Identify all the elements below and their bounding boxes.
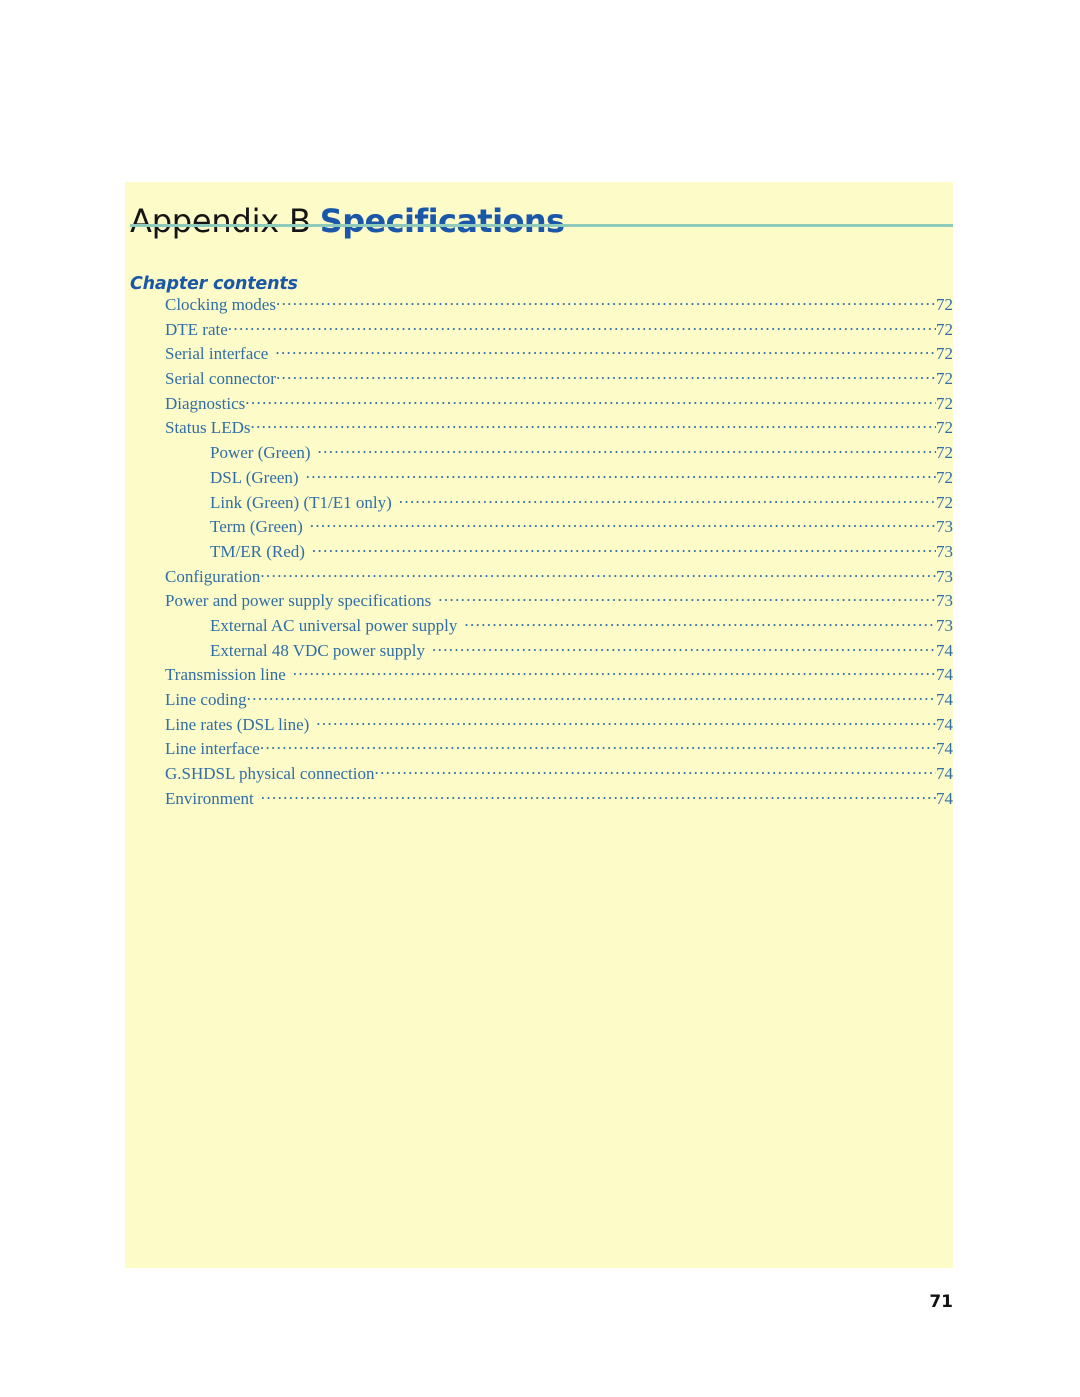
toc-entry-page-number: 73 — [936, 541, 953, 561]
toc-entry[interactable]: Power and power supply specifications 73 — [125, 589, 953, 614]
toc-entry-page-number: 72 — [936, 344, 953, 364]
toc-entry-label: Transmission line — [165, 665, 286, 685]
toc-entry[interactable]: Transmission line 74 — [125, 663, 953, 688]
toc-entry-label: External 48 VDC power supply — [210, 640, 425, 660]
toc-dot-leader — [438, 589, 936, 606]
title-divider — [130, 224, 953, 227]
toc-entry-label: Configuration — [165, 566, 261, 586]
toc-dot-leader — [399, 491, 936, 508]
toc-entry[interactable]: External AC universal power supply 73 — [125, 614, 953, 639]
toc-entry-page-number: 74 — [936, 690, 953, 709]
toc-entry-page-number: 74 — [936, 739, 953, 759]
toc-entry[interactable]: Environment 74 — [125, 787, 953, 812]
toc-entry-label: DTE rate — [165, 319, 228, 339]
page-title: Appendix B Specifications — [130, 199, 565, 243]
toc-dot-leader — [276, 367, 936, 384]
toc-entry[interactable]: Diagnostics 72 — [125, 392, 953, 417]
table-of-contents: Clocking modes72DTE rate72Serial interfa… — [125, 293, 953, 811]
toc-entry-page-number: 72 — [936, 418, 953, 438]
toc-dot-leader — [312, 540, 936, 557]
toc-entry-page-number: 74 — [936, 714, 953, 734]
toc-entry-label: Environment — [165, 788, 254, 808]
toc-entry[interactable]: Status LEDs 72 — [125, 416, 953, 441]
toc-dot-leader — [260, 737, 936, 754]
toc-entry[interactable]: Clocking modes 72 — [125, 293, 953, 318]
toc-entry-label: G.SHDSL physical connection — [165, 764, 375, 784]
toc-entry[interactable]: DSL (Green) 72 — [125, 466, 953, 491]
toc-entry-page-number: 74 — [936, 665, 953, 685]
toc-dot-leader — [250, 416, 936, 433]
toc-entry[interactable]: Line interface 74 — [125, 737, 953, 762]
toc-entry-page-number: 73 — [936, 615, 953, 635]
toc-dot-leader — [261, 787, 936, 804]
toc-dot-leader — [276, 293, 936, 310]
footer-page-number: 71 — [929, 1292, 953, 1312]
toc-entry-page-number: 74 — [936, 788, 953, 808]
chapter-content-panel: Appendix B Specifications Chapter content… — [125, 182, 953, 1268]
toc-entry-label: Term (Green) — [210, 517, 303, 537]
toc-dot-leader — [464, 614, 936, 631]
appendix-name: Specifications — [319, 202, 565, 241]
toc-dot-leader — [316, 713, 936, 730]
toc-entry[interactable]: G.SHDSL physical connection 74 — [125, 762, 953, 787]
toc-entry[interactable]: Line rates (DSL line) 74 — [125, 713, 953, 738]
appendix-label: Appendix B — [130, 202, 311, 241]
toc-entry-page-number: 72 — [936, 443, 953, 463]
toc-entry-page-number: 72 — [936, 295, 953, 314]
toc-entry[interactable]: Line coding 74 — [125, 688, 953, 713]
toc-dot-leader — [245, 392, 936, 409]
toc-entry-label: Serial connector — [165, 369, 276, 389]
toc-entry-page-number: 73 — [936, 517, 953, 537]
toc-entry[interactable]: External 48 VDC power supply 74 — [125, 639, 953, 664]
toc-dot-leader — [374, 762, 936, 779]
toc-entry[interactable]: DTE rate 72 — [125, 318, 953, 343]
toc-dot-leader — [275, 342, 936, 359]
toc-entry-label: Power (Green) — [210, 443, 311, 463]
toc-entry-label: Link (Green) (T1/E1 only) — [210, 492, 392, 512]
toc-entry-page-number: 72 — [936, 319, 953, 339]
chapter-contents-heading: Chapter contents — [130, 273, 298, 294]
toc-entry-page-number: 73 — [936, 591, 953, 611]
toc-entry-page-number: 72 — [936, 369, 953, 389]
toc-dot-leader — [228, 318, 936, 335]
toc-dot-leader — [247, 688, 936, 705]
toc-entry-page-number: 72 — [936, 467, 953, 487]
toc-entry[interactable]: Power (Green) 72 — [125, 441, 953, 466]
toc-entry[interactable]: Serial connector 72 — [125, 367, 953, 392]
toc-entry-label: Line coding — [165, 690, 247, 709]
toc-entry-label: DSL (Green) — [210, 467, 299, 487]
toc-entry[interactable]: Term (Green) 73 — [125, 515, 953, 540]
toc-entry-page-number: 74 — [936, 640, 953, 660]
toc-entry-label: Status LEDs — [165, 418, 251, 438]
toc-dot-leader — [293, 663, 936, 680]
toc-entry-label: Serial interface — [165, 344, 269, 364]
toc-dot-leader — [310, 515, 936, 532]
toc-entry-label: Clocking modes — [165, 295, 276, 314]
toc-dot-leader — [318, 441, 936, 458]
toc-entry-page-number: 74 — [936, 764, 953, 784]
toc-dot-leader — [306, 466, 936, 483]
toc-entry-page-number: 73 — [936, 566, 953, 586]
toc-entry[interactable]: Link (Green) (T1/E1 only) 72 — [125, 491, 953, 516]
toc-entry-label: Power and power supply specifications — [165, 591, 432, 611]
toc-entry-label: Line interface — [165, 739, 260, 759]
toc-entry-page-number: 72 — [936, 393, 953, 413]
toc-dot-leader — [432, 639, 936, 656]
toc-entry-label: Diagnostics — [165, 393, 246, 413]
toc-entry-page-number: 72 — [936, 492, 953, 512]
toc-entry-label: Line rates (DSL line) — [165, 714, 310, 734]
toc-entry[interactable]: Serial interface 72 — [125, 342, 953, 367]
toc-entry[interactable]: Configuration 73 — [125, 565, 953, 590]
toc-entry-label: TM/ER (Red) — [210, 541, 305, 561]
toc-entry[interactable]: TM/ER (Red) 73 — [125, 540, 953, 565]
toc-entry-label: External AC universal power supply — [210, 615, 458, 635]
toc-dot-leader — [260, 565, 936, 582]
